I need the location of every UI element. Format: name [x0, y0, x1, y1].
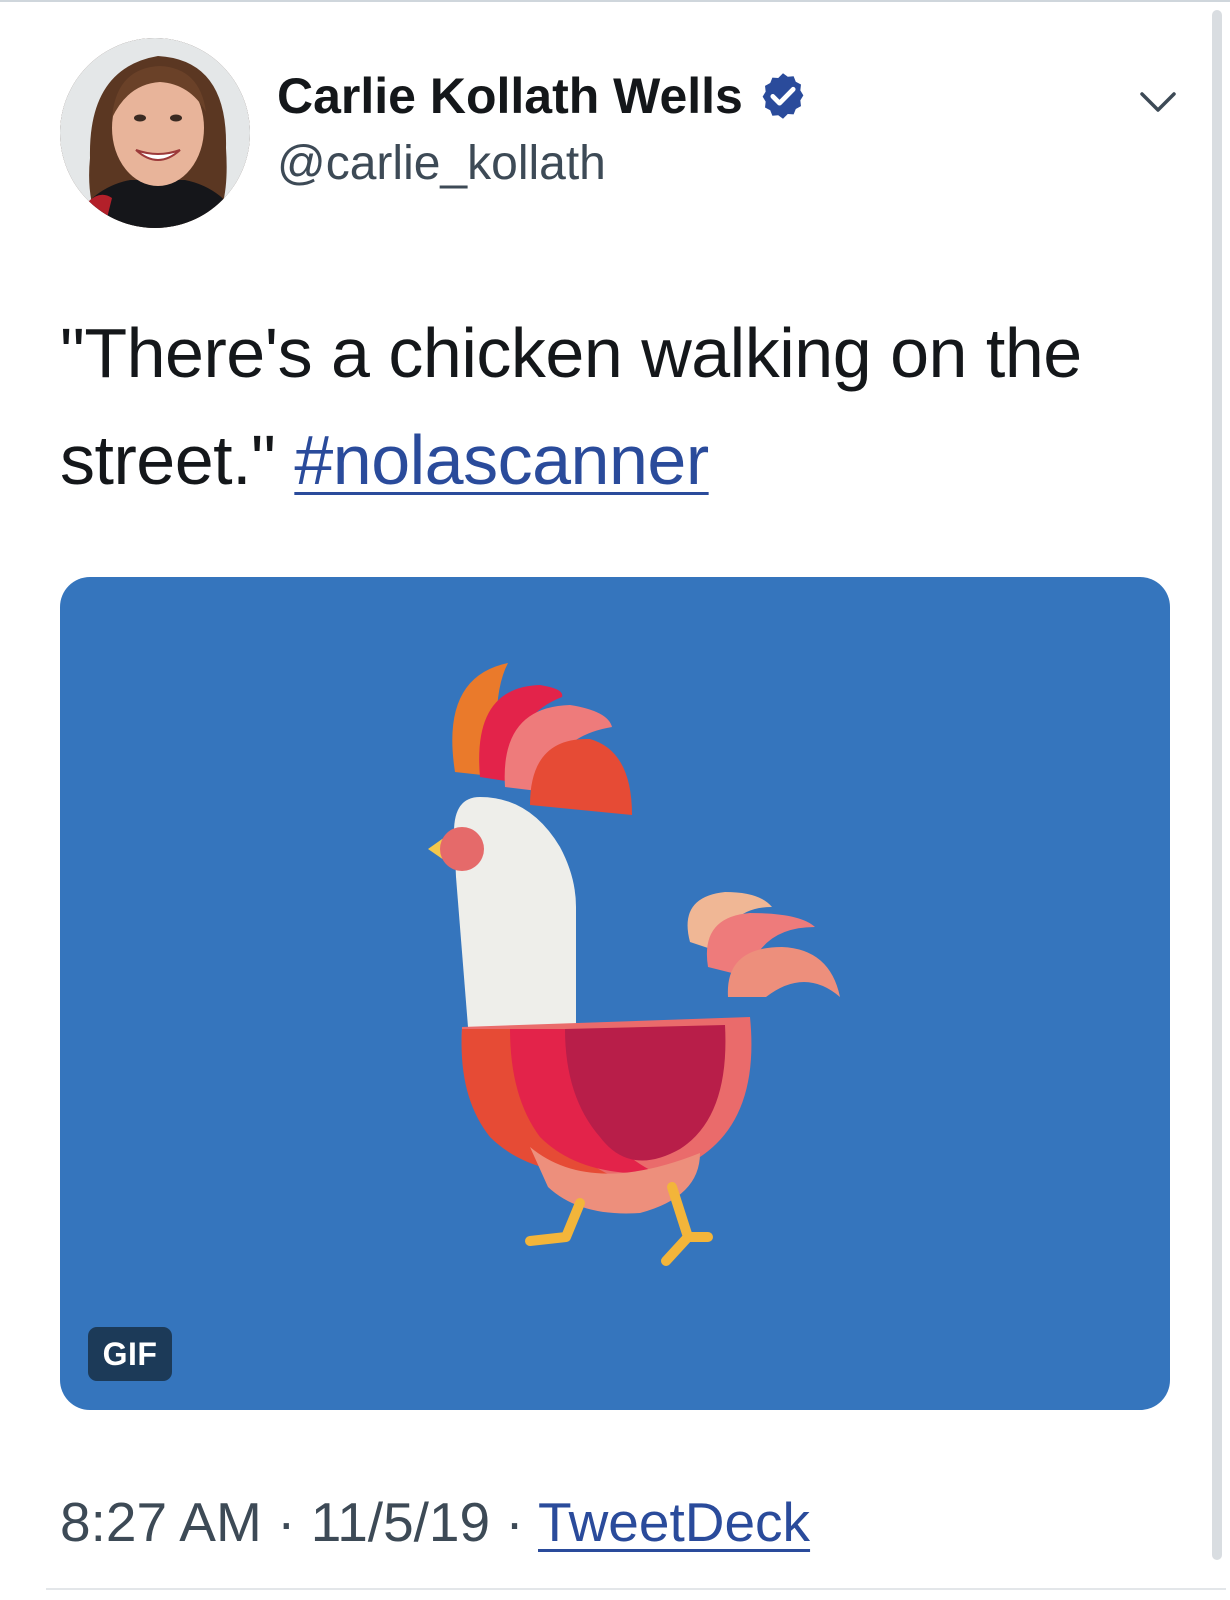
gif-badge: GIF — [88, 1327, 172, 1381]
rooster-illustration — [428, 663, 840, 1266]
avatar[interactable] — [60, 38, 250, 228]
verified-badge-icon — [762, 73, 804, 119]
avatar-photo — [60, 38, 250, 228]
tweet-date[interactable]: 11/5/19 — [311, 1491, 490, 1553]
tweet-time[interactable]: 8:27 AM — [60, 1491, 262, 1553]
top-divider — [0, 0, 1230, 2]
author-name[interactable]: Carlie Kollath Wells — [277, 68, 743, 124]
scrollbar[interactable] — [1212, 10, 1222, 1560]
author-name-row[interactable]: Carlie Kollath Wells — [277, 68, 809, 124]
meta-separator: · — [505, 1491, 524, 1553]
chevron-down-icon[interactable] — [1136, 82, 1180, 122]
bottom-divider — [46, 1588, 1226, 1590]
author-handle[interactable]: @carlie_kollath — [277, 137, 606, 191]
hashtag-link[interactable]: #nolascanner — [294, 421, 709, 499]
tweet-source-link[interactable]: TweetDeck — [538, 1491, 810, 1553]
tweet-page: Carlie Kollath Wells @carlie_kollath "Th… — [0, 0, 1230, 1600]
tweet-meta: 8:27 AM · 11/5/19 · TweetDeck — [60, 1487, 810, 1557]
tweet-text: "There's a chicken walking on the street… — [60, 300, 1170, 514]
gif-media[interactable]: GIF — [60, 577, 1170, 1410]
meta-separator: · — [277, 1491, 296, 1553]
